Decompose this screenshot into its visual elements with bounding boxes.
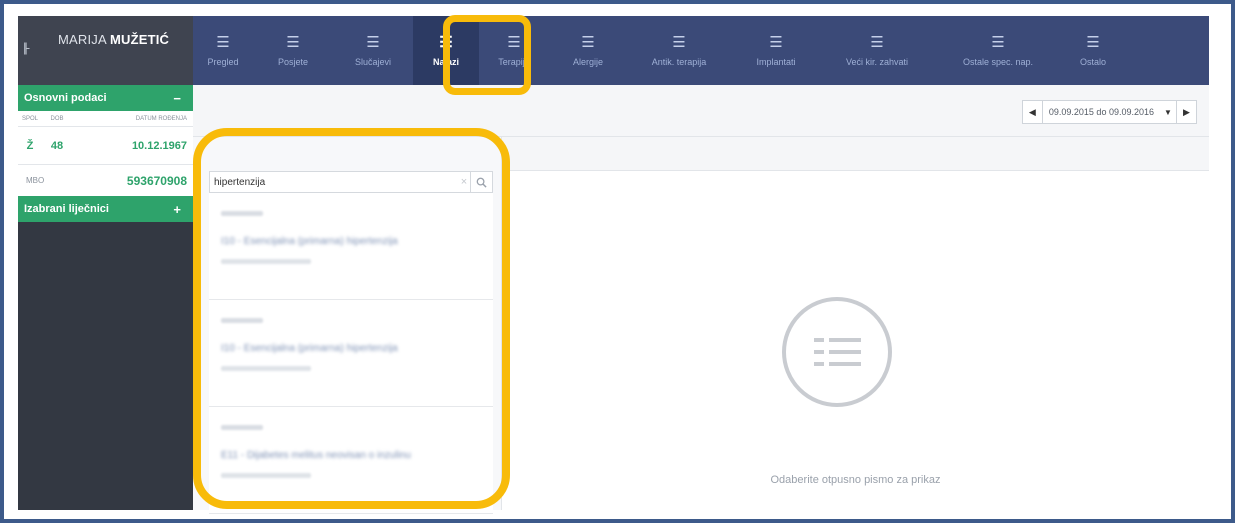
detail-panel: Odaberite otpusno pismo za prikaz bbox=[502, 137, 1209, 510]
list-icon bbox=[782, 297, 892, 407]
doctors-toggle[interactable]: + bbox=[173, 202, 181, 217]
tab-label: Posjete bbox=[277, 56, 309, 67]
tab-label: Pregled bbox=[207, 56, 239, 67]
date-range-text[interactable]: 09.09.2015 do 09.09.2016 bbox=[1043, 101, 1160, 123]
list-icon: ☰ bbox=[1086, 33, 1100, 51]
basic-info-table: SPOL DOB DATUM ROĐENJA Ž 48 10.12.1967 M… bbox=[18, 111, 193, 196]
column-birthdate: DATUM ROĐENJA bbox=[135, 115, 187, 122]
date-next-button[interactable]: ▶ bbox=[1176, 101, 1196, 123]
tab-ostale-spec-nap[interactable]: ☰ Ostale spec. nap. bbox=[933, 16, 1063, 85]
tab-alergije[interactable]: ☰ Alergije bbox=[549, 16, 627, 85]
doctors-header[interactable]: Izabrani liječnici + bbox=[18, 196, 193, 222]
tab-label: Antik. terapija bbox=[651, 56, 707, 67]
list-icon: ☰ bbox=[769, 33, 783, 51]
top-nav: ☰ Pregled ☰ Posjete ☰ Slučajevi ☰ Nalazi… bbox=[193, 16, 1209, 85]
tab-veci-kir-zahvati[interactable]: ☰ Veći kir. zahvati bbox=[821, 16, 933, 85]
tab-label: Ostalo bbox=[1079, 56, 1106, 67]
highlight-box-results bbox=[193, 128, 510, 509]
tab-posjete[interactable]: ☰ Posjete bbox=[253, 16, 333, 85]
tab-label: Veći kir. zahvati bbox=[845, 56, 909, 67]
patient-sidebar: ||- MARIJA MUŽETIĆ Osnovni podaci − SPOL… bbox=[18, 16, 193, 510]
tab-label: Implantati bbox=[756, 56, 796, 67]
mbo-row: MBO 593670908 bbox=[18, 165, 193, 196]
list-icon: ☰ bbox=[581, 33, 595, 51]
highlight-box-tab bbox=[443, 15, 531, 95]
date-range-picker: ◀ 09.09.2015 do 09.09.2016 ▼ ▶ bbox=[1021, 100, 1197, 124]
patient-header: ||- MARIJA MUŽETIĆ bbox=[18, 16, 193, 85]
sidebar-collapse-handle[interactable]: ||- bbox=[23, 40, 30, 55]
tab-label: Slučajevi bbox=[354, 56, 392, 67]
tab-label: Alergije bbox=[572, 56, 603, 67]
list-icon: ☰ bbox=[672, 33, 686, 51]
tab-ostalo[interactable]: ☰ Ostalo bbox=[1063, 16, 1123, 85]
value-age: 48 bbox=[50, 139, 64, 152]
basic-info-values: Ž 48 10.12.1967 bbox=[18, 127, 193, 165]
chevron-down-icon[interactable]: ▼ bbox=[1160, 101, 1176, 123]
list-icon: ☰ bbox=[991, 33, 1005, 51]
tab-label: Ostale spec. nap. bbox=[962, 56, 1034, 67]
detail-header bbox=[502, 137, 1209, 171]
basic-info-title: Osnovni podaci bbox=[24, 92, 107, 104]
mbo-label: MBO bbox=[26, 176, 45, 185]
list-icon: ☰ bbox=[286, 33, 300, 51]
list-icon: ☰ bbox=[366, 33, 380, 51]
column-sex: SPOL bbox=[21, 115, 38, 122]
column-age: DOB bbox=[50, 115, 64, 122]
mbo-value: 593670908 bbox=[126, 173, 187, 188]
date-prev-button[interactable]: ◀ bbox=[1023, 101, 1043, 123]
patient-name: MARIJA MUŽETIĆ bbox=[58, 32, 169, 47]
value-birthdate: 10.12.1967 bbox=[131, 139, 187, 152]
tab-antik-terapija[interactable]: ☰ Antik. terapija bbox=[627, 16, 731, 85]
list-icon: ☰ bbox=[870, 33, 884, 51]
empty-state-text: Odaberite otpusno pismo za prikaz bbox=[770, 474, 941, 486]
basic-info-header[interactable]: Osnovni podaci − bbox=[18, 85, 193, 111]
tab-implantati[interactable]: ☰ Implantati bbox=[731, 16, 821, 85]
value-sex: Ž bbox=[26, 139, 34, 152]
tab-pregled[interactable]: ☰ Pregled bbox=[193, 16, 253, 85]
basic-info-columns: SPOL DOB DATUM ROĐENJA bbox=[18, 111, 193, 127]
doctors-title: Izabrani liječnici bbox=[24, 203, 109, 215]
tab-slucajevi[interactable]: ☰ Slučajevi bbox=[333, 16, 413, 85]
basic-info-toggle[interactable]: − bbox=[173, 91, 181, 106]
patient-first-name: MARIJA bbox=[58, 32, 107, 47]
list-icon: ☰ bbox=[216, 33, 230, 51]
patient-last-name: MUŽETIĆ bbox=[109, 32, 170, 47]
